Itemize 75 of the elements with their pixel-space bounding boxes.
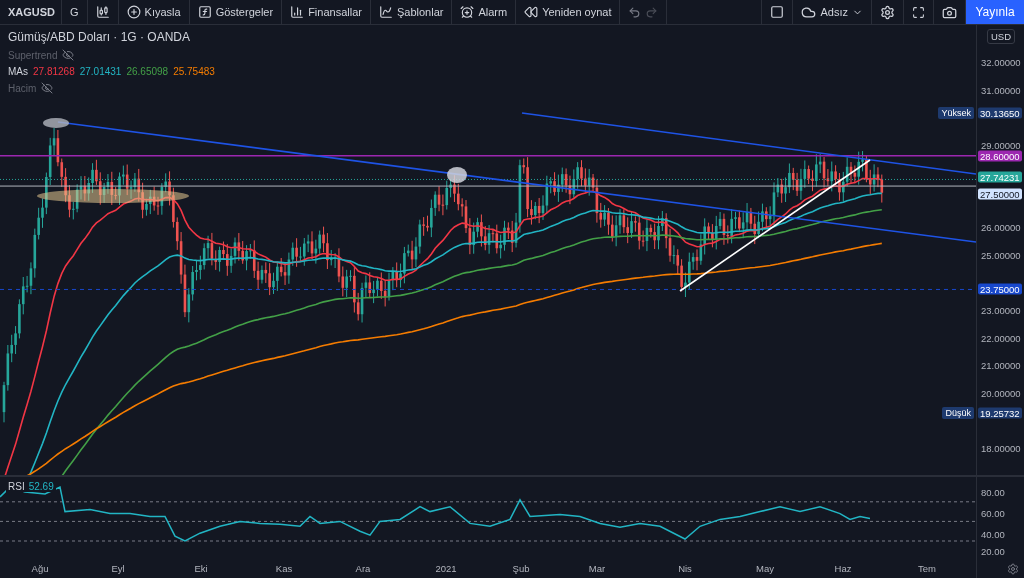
redo-icon — [645, 5, 659, 19]
price-badge: 23.75000 — [978, 283, 1022, 295]
price-axis-label: 26.00000 — [981, 221, 1021, 233]
price-badge: 30.13650 — [978, 107, 1022, 119]
time-axis-label: Mar — [588, 563, 606, 574]
plus-circle-icon — [126, 5, 141, 19]
time-axis-label: Eyl — [111, 563, 125, 574]
symbol-button[interactable]: XAGUSD — [0, 0, 62, 24]
ellipse-marker — [43, 118, 69, 128]
time-axis-label: Tem — [918, 563, 936, 574]
time-axis-label: 2021 — [435, 563, 457, 574]
cloud-icon — [801, 4, 817, 20]
price-caption: Düşük — [942, 407, 974, 420]
rsi-value: 52.69 — [28, 481, 54, 492]
price-axis-label: 22.00000 — [981, 332, 1021, 344]
bar-chart-icon — [290, 5, 305, 19]
indicator-name: MAs — [8, 66, 28, 77]
compare-button[interactable]: Kıyasla — [118, 0, 190, 24]
function-icon — [197, 5, 212, 19]
layout-name-button[interactable]: Adsız — [793, 0, 872, 24]
rsi-axis-label: 80.00 — [981, 486, 1005, 498]
price-axis-label: 25.00000 — [981, 249, 1021, 261]
square-icon — [770, 5, 785, 19]
alarm-clock-icon — [460, 5, 475, 19]
time-axis-label: Nis — [678, 563, 692, 574]
undo-icon — [628, 5, 642, 19]
time-axis-label: Ara — [355, 563, 371, 574]
price-axis-label: 21.00000 — [981, 359, 1021, 371]
price-badge: 27.50000 — [978, 188, 1022, 200]
time-axis-label: Eki — [194, 563, 208, 574]
price-badge: 19.25732 — [978, 407, 1022, 419]
ellipse-marker — [447, 167, 467, 183]
time-axis-label: Şub — [512, 563, 530, 574]
price-axis-label: 32.00000 — [981, 56, 1021, 68]
time-axis-label: Ağu — [31, 563, 49, 574]
replay-button[interactable]: Yeniden oynat — [516, 0, 621, 24]
time-axis-label: Kas — [275, 563, 293, 574]
price-axis-label: 20.00000 — [981, 387, 1021, 399]
price-badge: 28.60000 — [978, 150, 1022, 162]
line-chart-icon — [378, 5, 393, 19]
templates-button[interactable]: Şablonlar — [370, 0, 453, 24]
rsi-axis-label: 40.00 — [981, 528, 1005, 540]
indicator-value: 27.01431 — [79, 66, 122, 77]
indicator-name: Hacim — [8, 82, 37, 94]
chart-title: Gümüş/ABD Doları · 1G · OANDA — [8, 30, 192, 44]
eye-off-icon[interactable] — [41, 82, 54, 94]
indicator-value: 27.81268 — [33, 66, 75, 77]
price-caption: Yüksek — [938, 107, 974, 120]
layout-button[interactable] — [761, 0, 794, 24]
settings-icon — [880, 4, 895, 20]
indicator-value: 25.75483 — [173, 66, 215, 77]
rsi-label: RSI — [8, 481, 25, 492]
settings-icon[interactable] — [1007, 563, 1019, 575]
rsi-axis-label: 20.00 — [981, 545, 1005, 557]
rsi-axis-label: 60.00 — [981, 507, 1005, 519]
fullscreen-icon — [912, 5, 925, 19]
rewind-icon — [524, 5, 539, 19]
price-axis-label: 23.00000 — [981, 304, 1021, 316]
interval-button[interactable]: G — [62, 0, 88, 24]
time-axis-label: Haz — [834, 563, 852, 574]
price-badge: 27.74231 — [978, 171, 1022, 183]
price-axis-label: 18.00000 — [981, 442, 1021, 454]
price-axis-label: 29.00000 — [981, 139, 1021, 151]
currency-label[interactable]: USD — [987, 29, 1016, 44]
alert-button[interactable]: Alarm — [452, 0, 517, 24]
indicators-button[interactable]: Göstergeler — [189, 0, 283, 24]
time-axis-label: May — [756, 563, 774, 574]
eye-off-icon[interactable] — [62, 49, 75, 61]
publish-button[interactable]: Yayınla — [966, 0, 1024, 24]
financials-button[interactable]: Finansallar — [282, 0, 371, 24]
indicator-name: Supertrend — [8, 49, 58, 61]
camera-icon — [942, 4, 957, 20]
price-axis-label: 31.00000 — [981, 84, 1021, 96]
candlestick-icon — [95, 5, 110, 19]
indicator-value: 26.65098 — [126, 66, 169, 77]
